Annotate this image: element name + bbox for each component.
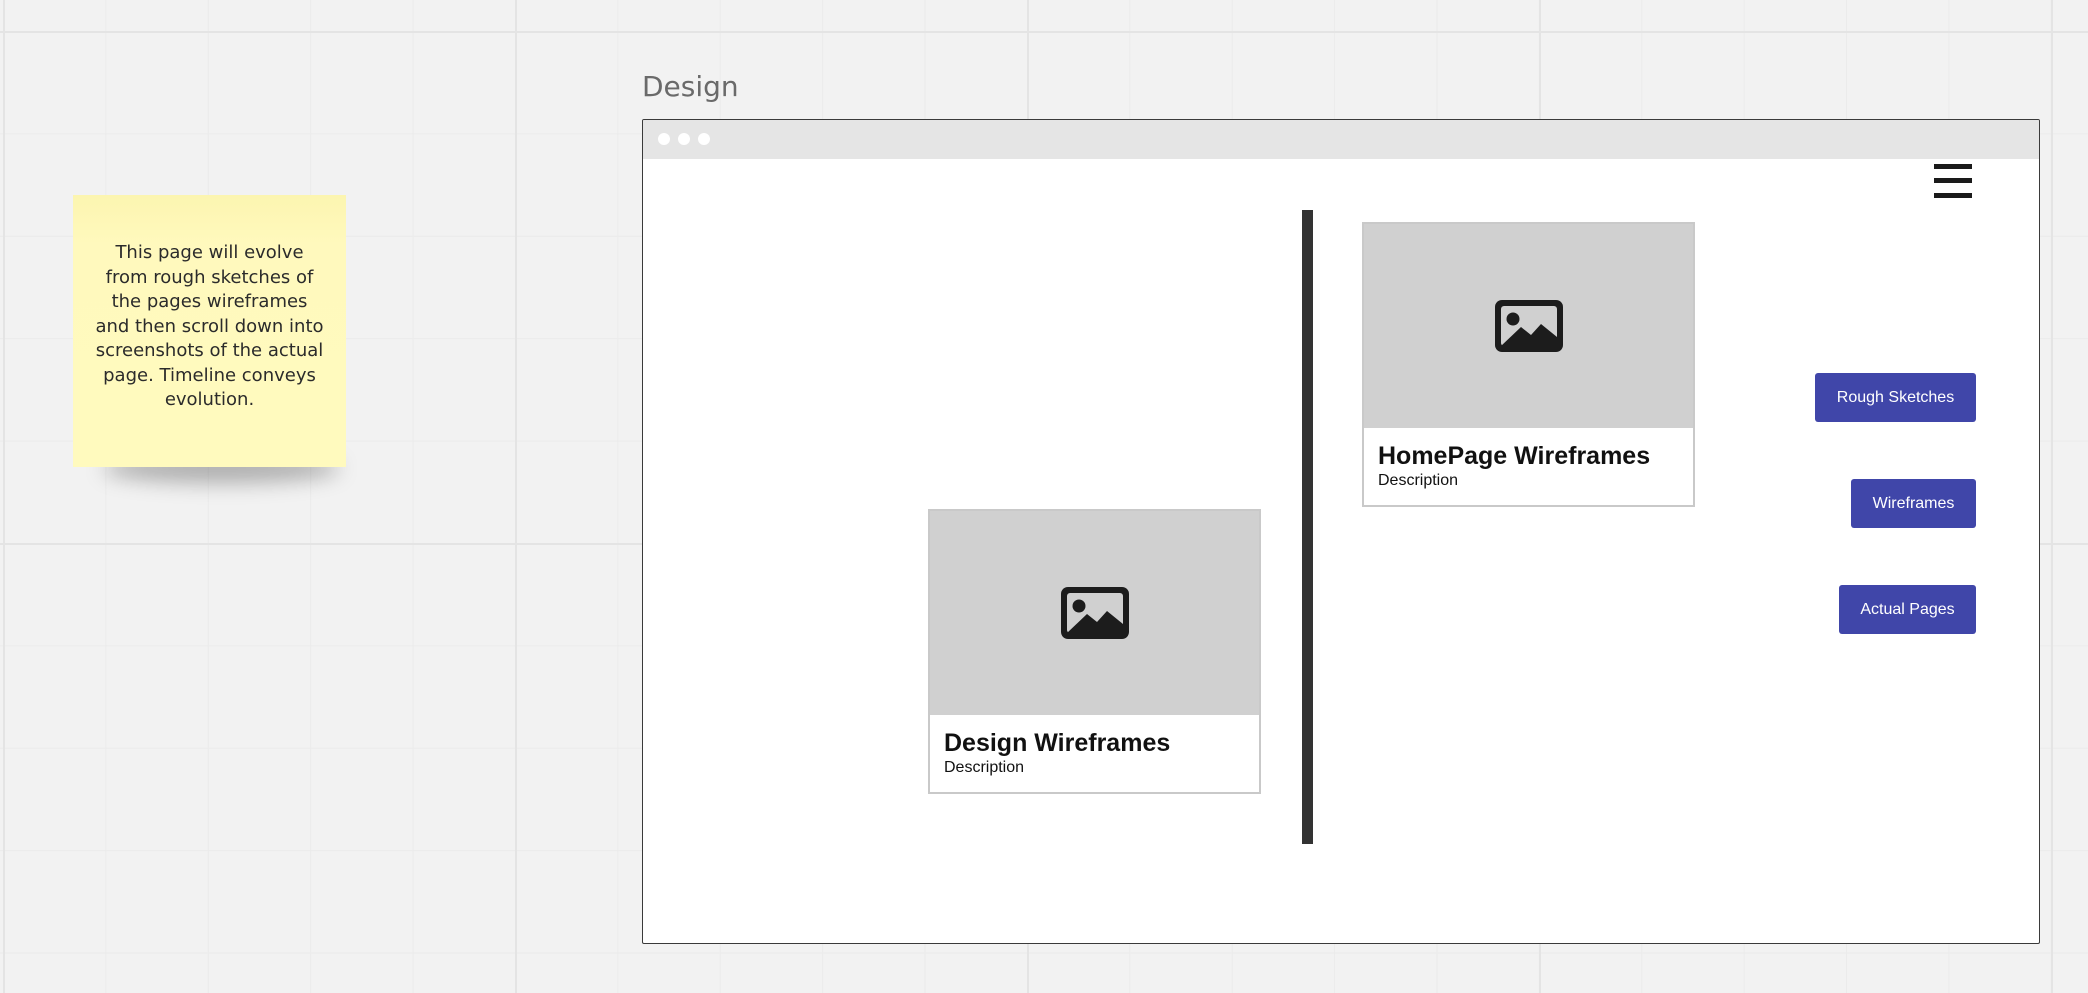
timeline-line (1302, 210, 1313, 844)
rough-sketches-button[interactable]: Rough Sketches (1815, 373, 1976, 422)
image-placeholder-icon (1494, 300, 1563, 352)
sticky-note[interactable]: This page will evolve from rough sketche… (73, 195, 346, 483)
card-title: Design Wireframes (944, 729, 1171, 757)
hamburger-bar (1934, 193, 1972, 198)
hamburger-bar (1934, 178, 1972, 183)
card-design-wireframes[interactable]: Design Wireframes Description (928, 509, 1261, 794)
hamburger-bar (1934, 164, 1972, 169)
frame-title[interactable]: Design (642, 70, 739, 103)
sticky-note-text: This page will evolve from rough sketche… (95, 242, 324, 410)
browser-frame[interactable]: HomePage Wireframes Description Design W… (642, 119, 2040, 944)
card-image-placeholder (930, 511, 1259, 715)
browser-title-bar (643, 120, 2039, 159)
card-description: Description (944, 759, 1025, 776)
window-dot-icon (658, 133, 670, 145)
hamburger-menu-icon[interactable] (1934, 164, 1972, 198)
wireframes-button[interactable]: Wireframes (1851, 479, 1976, 528)
sticky-note-body[interactable]: This page will evolve from rough sketche… (73, 195, 346, 467)
window-dot-icon (698, 133, 710, 145)
card-homepage-wireframes[interactable]: HomePage Wireframes Description (1362, 222, 1695, 507)
card-title: HomePage Wireframes (1378, 442, 1651, 470)
card-image-placeholder (1364, 224, 1693, 428)
image-placeholder-icon (1060, 587, 1129, 639)
card-description: Description (1378, 472, 1459, 489)
actual-pages-button[interactable]: Actual Pages (1839, 585, 1976, 634)
window-dot-icon (678, 133, 690, 145)
